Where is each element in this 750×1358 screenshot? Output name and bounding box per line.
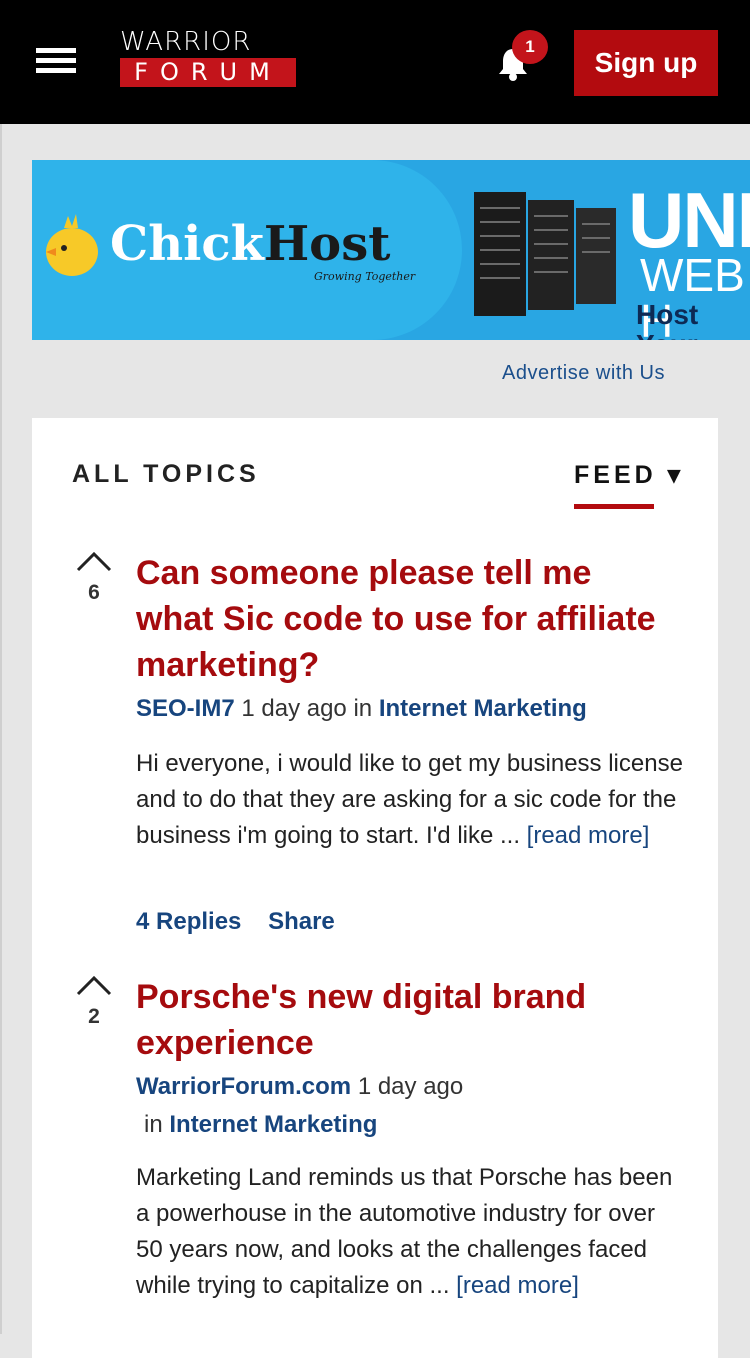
post-time: 1 day ago: [357, 1073, 464, 1100]
notification-badge[interactable]: 1: [512, 30, 548, 64]
top-navigation-bar: WARRIOR FORUM 1 Sign up: [0, 0, 750, 124]
advertisement-banner[interactable]: ChickHost Growing Together UNL WEB H Hos…: [32, 160, 750, 340]
post-excerpt: Hi everyone, i would like to get my busi…: [136, 746, 684, 854]
post-meta: SEO-IM7 1 day ago in Internet Marketing: [136, 690, 696, 728]
all-topics-heading: ALL TOPICS: [72, 460, 260, 488]
upvote-control[interactable]: 2: [72, 974, 116, 1029]
menu-icon[interactable]: [36, 48, 76, 74]
post-category[interactable]: Internet Marketing: [169, 1111, 377, 1138]
warrior-forum-logo[interactable]: WARRIOR FORUM: [120, 28, 298, 88]
post-title[interactable]: Porsche's new digital brand experience: [136, 974, 666, 1066]
read-more-link[interactable]: [read more]: [527, 822, 650, 849]
share-link[interactable]: Share: [268, 908, 335, 935]
post-author[interactable]: SEO-IM7: [136, 695, 235, 722]
ad-brand-light: Chick: [110, 216, 264, 272]
post-in-label: in: [144, 1111, 163, 1138]
vote-count: 2: [88, 1005, 100, 1028]
feed-active-indicator: [574, 504, 654, 509]
advertise-with-us-link[interactable]: Advertise with Us: [502, 362, 665, 385]
post-in-label: in: [353, 695, 373, 722]
chevron-up-icon: [76, 551, 112, 572]
chevron-up-icon: [76, 975, 112, 996]
server-rack-image: [474, 192, 616, 316]
chick-mascot-icon: [46, 214, 98, 276]
topics-card: ALL TOPICS FEED ▾ 6 Can someone please t…: [32, 418, 718, 1358]
vote-count: 6: [88, 581, 100, 604]
post-meta: WarriorForum.com 1 day ago in Internet M…: [136, 1068, 516, 1144]
post-title[interactable]: Can someone please tell me what Sic code…: [136, 550, 666, 688]
post-author[interactable]: WarriorForum.com: [136, 1073, 351, 1100]
read-more-link[interactable]: [read more]: [456, 1272, 579, 1299]
upvote-control[interactable]: 6: [72, 550, 116, 605]
feed-dropdown[interactable]: FEED ▾: [574, 460, 684, 490]
post-excerpt: Marketing Land reminds us that Porsche h…: [136, 1160, 684, 1304]
sign-up-button[interactable]: Sign up: [574, 30, 718, 96]
logo-top-text: WARRIOR: [120, 27, 252, 57]
post-category[interactable]: Internet Marketing: [379, 695, 587, 722]
post-excerpt-text: Marketing Land reminds us that Porsche h…: [136, 1164, 673, 1299]
ad-headline: UNL: [628, 176, 750, 264]
page-divider: [0, 124, 2, 1334]
ad-subheadline-2: Host Your: [636, 299, 699, 341]
ad-brand-dark: Host: [263, 216, 391, 272]
post-time: 1 day ago: [241, 695, 347, 722]
replies-link[interactable]: 4 Replies: [136, 908, 241, 935]
ad-tagline: Growing Together: [314, 270, 416, 283]
ad-brand-name: ChickHost: [110, 216, 390, 272]
logo-bottom-text: FORUM: [120, 58, 296, 87]
post-actions: 4 Replies Share: [136, 908, 335, 936]
